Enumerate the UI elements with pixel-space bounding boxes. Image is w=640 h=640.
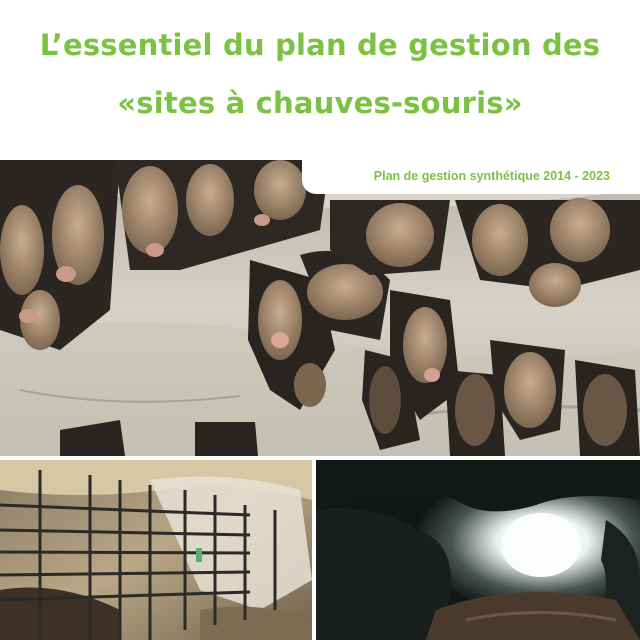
daylight-opening: [501, 513, 581, 577]
title-line-1: L’essentiel du plan de gestion des: [39, 28, 601, 62]
bats-illustration: [0, 160, 640, 456]
cave-entrance-illustration: [316, 460, 640, 640]
bats-photo: [0, 160, 640, 456]
cave-entrance-photo: [316, 460, 640, 640]
gate-illustration: [0, 460, 312, 640]
gate-photo: [0, 460, 312, 640]
title-line-2: «sites à chauves-souris»: [117, 86, 523, 120]
gate-sign: [196, 548, 202, 562]
subtitle: Plan de gestion synthétique 2014 - 2023: [373, 169, 610, 183]
subtitle-tab: Plan de gestion synthétique 2014 - 2023: [302, 160, 640, 194]
title-block: L’essentiel du plan de gestion des «site…: [0, 0, 640, 160]
